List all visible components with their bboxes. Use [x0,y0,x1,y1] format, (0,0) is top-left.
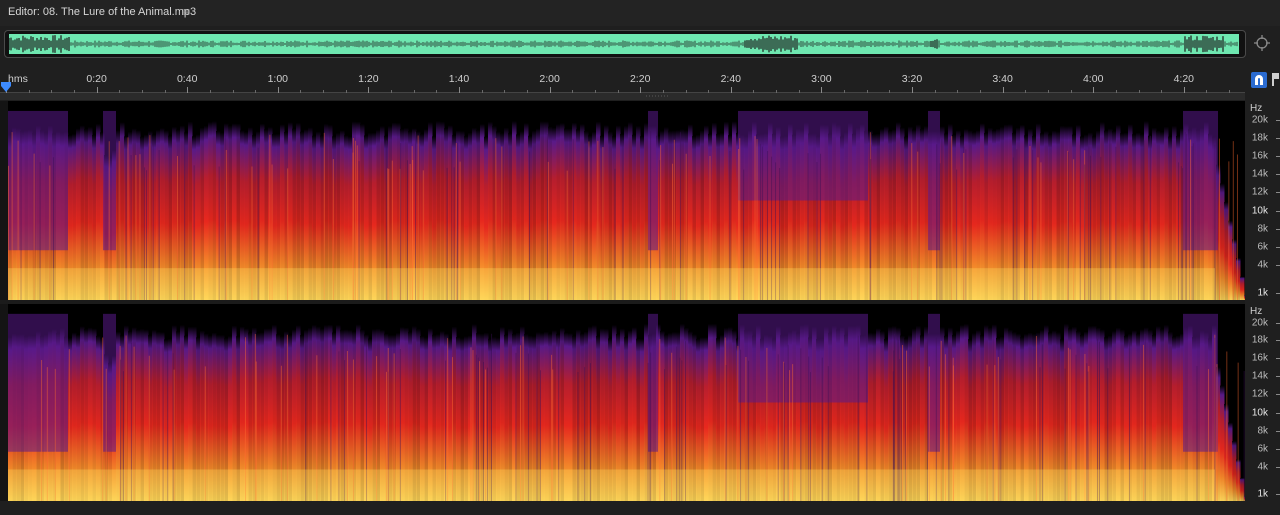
spectrogram-column [1220,385,1225,501]
spectrogram-quiet-region [1183,110,1218,251]
frequency-label: 10k [1251,407,1268,419]
spectrogram-quiet-region [8,110,68,251]
frequency-label: 16k [1251,150,1268,162]
frequency-scale-right: Hz 20k 18k 16k 14k 12k 10k 8k 6k 4k 1k [1245,304,1280,501]
frequency-tick [1276,494,1280,496]
spectrogram-column [1232,239,1237,300]
frequency-label: 20k [1251,114,1268,126]
spectrogram-quiet-region [648,110,658,251]
time-tick-label: 2:00 [539,73,560,85]
waveform-overview[interactable] [4,30,1246,58]
frequency-label: 14k [1251,168,1268,180]
frequency-label: 4k [1257,259,1268,271]
frequency-label: 10k [1251,205,1268,217]
time-tick-label: 4:00 [1082,73,1104,85]
status-strip [0,501,1280,515]
frequency-label: 14k [1251,370,1268,382]
spectral-channel-left[interactable] [8,101,1245,300]
frequency-tick [1276,466,1280,468]
hz-unit-label: Hz [1250,103,1263,114]
time-tick-label: 2:20 [629,73,651,85]
frequency-tick [1276,322,1280,324]
frequency-label: 20k [1251,317,1268,329]
frequency-tick [1276,375,1280,377]
frequency-label: 6k [1257,443,1268,455]
frequency-tick [1276,340,1280,342]
snap-magnet-icon[interactable] [1251,72,1267,88]
frequency-tick [1276,229,1280,231]
hz-unit-label: Hz [1250,306,1263,317]
spectrogram-column [1240,276,1245,300]
frequency-tick [1276,293,1280,295]
frequency-tick [1276,413,1280,415]
time-tick-label: 1:40 [448,73,470,85]
time-tick-label: 1:00 [267,73,289,85]
panel-divider[interactable] [0,93,1245,100]
spectrogram-quiet-region [928,110,940,251]
frequency-tick [1276,137,1280,139]
time-tick-label: 2:40 [720,73,742,85]
resize-grip-icon[interactable] [646,95,668,98]
frequency-label: 18k [1251,334,1268,346]
spectrogram-column [1228,422,1233,501]
spectrogram-column [1232,440,1237,501]
time-ruler[interactable]: hms 0:20 0:40 1:00 1:20 1:40 2:00 2:20 2:40 3:00… [0,69,1245,93]
frequency-tick [1276,191,1280,193]
frequency-label: 12k [1251,388,1268,400]
editor-title-bar: Editor: 08. The Lure of the Animal.mp3 ≡ [0,0,1280,26]
time-tick-label: 0:20 [86,73,107,85]
frequency-label: 16k [1251,352,1268,364]
marker-icon[interactable] [1271,72,1280,86]
spectrogram-column [1220,183,1225,300]
overview-wave-fill [9,34,1239,54]
spectral-channel-right[interactable] [8,304,1245,501]
frequency-label: 18k [1251,132,1268,144]
frequency-tick [1276,211,1280,213]
frequency-tick [1276,173,1280,175]
frequency-tick [1276,247,1280,249]
frequency-label: 1k [1257,287,1268,299]
spectrogram-column [1224,404,1229,501]
frequency-tick [1276,431,1280,433]
frequency-tick [1276,448,1280,450]
frequency-tick [1276,119,1280,121]
time-tick-label: 1:20 [358,73,379,85]
frequency-label: 12k [1251,186,1268,198]
frequency-tick [1276,358,1280,360]
frequency-label: 8k [1257,425,1268,437]
frequency-label: 1k [1257,488,1268,500]
frequency-scale-left: Hz 20k 18k 16k 14k 12k 10k 8k 6k 4k 1k [1245,101,1280,300]
spectrogram-low-band [8,469,1215,501]
time-tick-label: 3:20 [901,73,923,85]
zoom-navigator-icon[interactable] [1253,34,1271,52]
frequency-tick [1276,155,1280,157]
spectrogram-column [1224,202,1229,300]
spectrogram-column [1236,258,1241,300]
playhead-marker[interactable] [1,82,11,92]
spectrogram-quiet-region [103,313,116,452]
spectrogram-quiet-region [1183,313,1218,452]
time-tick-label: 3:00 [811,73,832,85]
spectrogram-quiet-region [8,313,68,452]
frequency-label: 6k [1257,241,1268,253]
frequency-tick [1276,393,1280,395]
time-tick-label: 4:20 [1173,73,1195,85]
spectrogram-low-band [8,268,1215,300]
hamburger-menu-icon[interactable]: ≡ [183,5,190,19]
time-tick-label: 0:40 [176,73,198,85]
frequency-label: 4k [1257,461,1268,473]
editor-title: Editor: 08. The Lure of the Animal.mp3 [8,6,197,18]
spectrogram-quiet-region [738,313,868,403]
time-tick-label: 3:40 [992,73,1013,85]
frequency-tick [1276,265,1280,267]
frequency-label: 8k [1257,223,1268,235]
overview-waveform [9,34,1239,54]
